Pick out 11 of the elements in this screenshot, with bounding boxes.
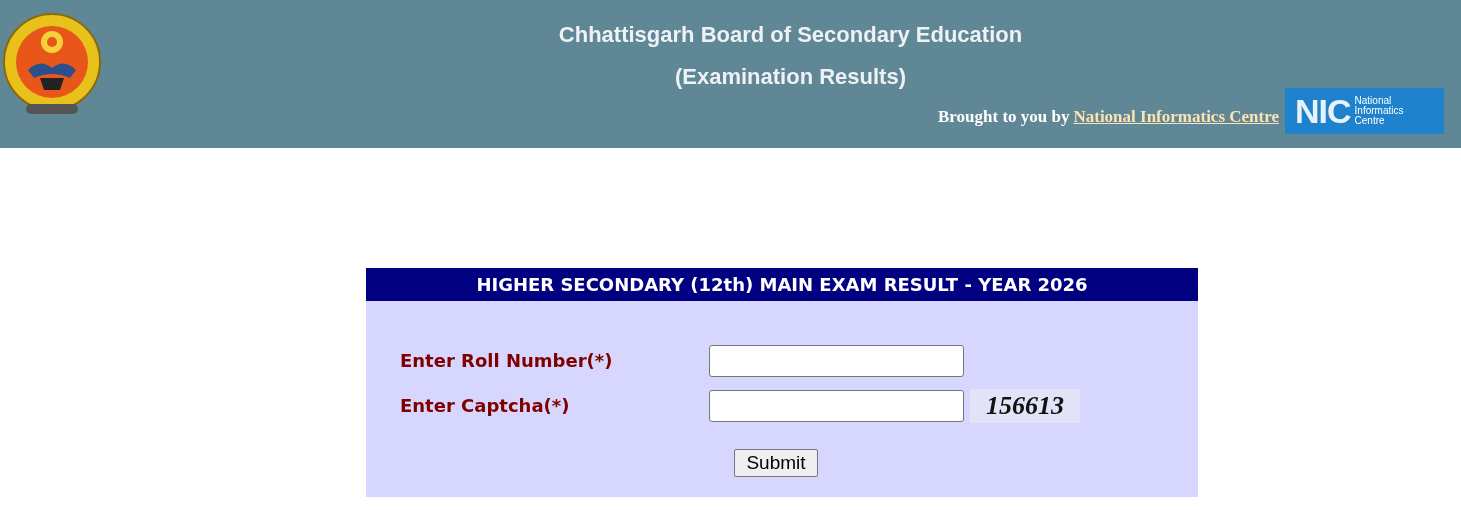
board-title: Chhattisgarh Board of Secondary Education [558, 21, 1023, 49]
page-subtitle: (Examination Results) [674, 63, 906, 91]
credit-text: Brought to you by [938, 106, 1070, 127]
submit-button[interactable]: Submit [734, 449, 818, 477]
captcha-field[interactable] [709, 389, 964, 422]
emblem-logo-icon [0, 12, 104, 116]
captcha-code: 156613 [970, 388, 1080, 423]
field-label: Enter Roll Number(*) [400, 350, 614, 371]
roll-number-field[interactable] [709, 344, 964, 377]
form-title-bar: HIGHER SECONDARY (12th) MAIN EXAM RESULT - YEAR 2026 [366, 268, 1198, 301]
field-label: Enter Captcha(*) [400, 395, 571, 416]
